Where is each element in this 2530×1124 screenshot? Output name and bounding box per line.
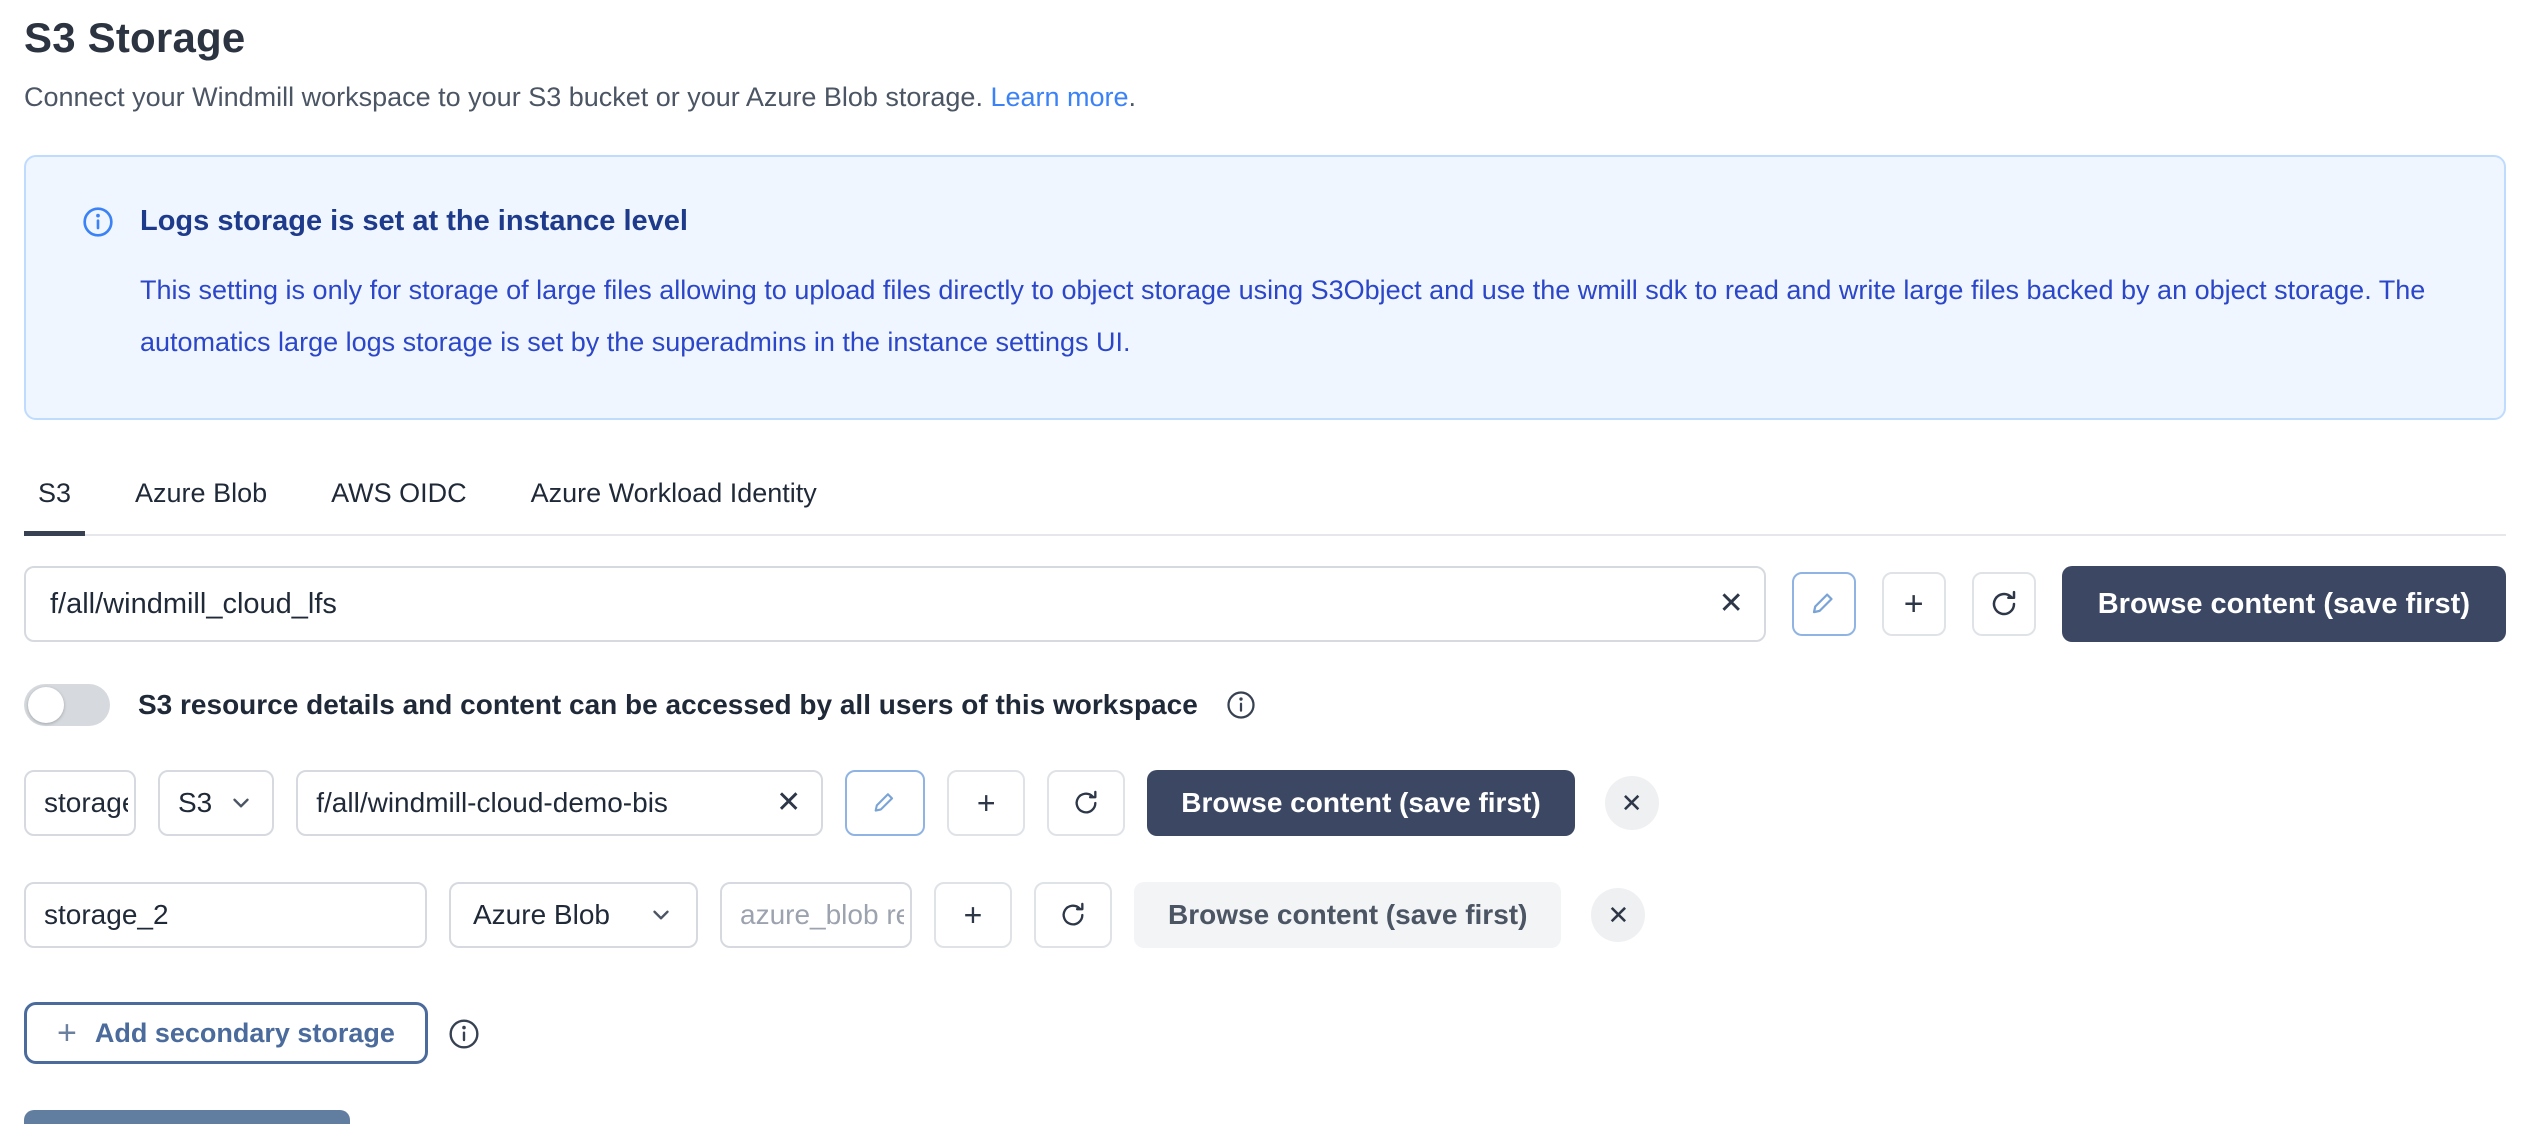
chevron-down-icon xyxy=(228,790,254,816)
subtitle-text: Connect your Windmill workspace to your … xyxy=(24,82,983,112)
primary-resource-row: ✕ + Browse content (save first) xyxy=(24,566,2506,642)
subtitle-period: . xyxy=(1129,82,1137,112)
clear-resource-icon[interactable]: ✕ xyxy=(776,788,801,818)
page-title: S3 Storage xyxy=(24,14,2506,62)
edit-resource-button[interactable] xyxy=(1792,572,1856,636)
storage-type-value: Azure Blob xyxy=(473,899,610,931)
primary-resource-input[interactable] xyxy=(24,566,1766,642)
page-subtitle: Connect your Windmill workspace to your … xyxy=(24,82,2506,113)
tab-aws-oidc[interactable]: AWS OIDC xyxy=(317,478,481,536)
plus-icon: + xyxy=(57,1016,77,1050)
storage-resource-input[interactable] xyxy=(720,882,912,948)
remove-storage-button[interactable]: ✕ xyxy=(1605,776,1659,830)
add-secondary-storage-button[interactable]: + Add secondary storage xyxy=(24,1002,428,1064)
storage-name-input[interactable] xyxy=(24,882,427,948)
workspace-access-toggle[interactable] xyxy=(24,684,110,726)
alert-body: This setting is only for storage of larg… xyxy=(140,264,2448,368)
browse-content-button-disabled[interactable]: Browse content (save first) xyxy=(1134,882,1561,948)
add-resource-button[interactable]: + xyxy=(1882,572,1946,636)
logs-storage-alert: Logs storage is set at the instance leve… xyxy=(24,155,2506,420)
remove-storage-button[interactable]: ✕ xyxy=(1591,888,1645,942)
close-icon: ✕ xyxy=(1608,900,1630,931)
s3-storage-settings-page: S3 Storage Connect your Windmill workspa… xyxy=(0,0,2530,1124)
pencil-icon xyxy=(1809,589,1839,619)
add-resource-button[interactable]: + xyxy=(934,882,1012,948)
add-secondary-row: + Add secondary storage xyxy=(24,1002,2506,1064)
storage-type-value: S3 xyxy=(178,787,212,819)
refresh-icon xyxy=(1989,589,2019,619)
info-icon xyxy=(82,206,114,238)
storage-type-tabs: S3 Azure Blob AWS OIDC Azure Workload Id… xyxy=(24,478,2506,536)
refresh-resource-button[interactable] xyxy=(1034,882,1112,948)
tab-s3[interactable]: S3 xyxy=(24,478,85,536)
plus-icon: + xyxy=(964,897,983,934)
refresh-icon xyxy=(1059,901,1087,929)
chevron-down-icon xyxy=(648,902,674,928)
add-secondary-storage-label: Add secondary storage xyxy=(95,1018,395,1049)
toggle-knob xyxy=(28,687,64,723)
pencil-icon xyxy=(871,789,899,817)
clear-resource-icon[interactable]: ✕ xyxy=(1719,589,1744,619)
add-resource-button[interactable]: + xyxy=(947,770,1025,836)
secondary-storage-row-1: S3 ✕ + xyxy=(24,770,2506,836)
refresh-resource-button[interactable] xyxy=(1972,572,2036,636)
storage-resource-input[interactable] xyxy=(296,770,823,836)
save-row: Save S3 settings xyxy=(24,1110,2506,1124)
tab-azure-blob[interactable]: Azure Blob xyxy=(121,478,281,536)
workspace-access-label: S3 resource details and content can be a… xyxy=(138,689,1198,721)
primary-resource-input-wrap: ✕ xyxy=(24,566,1766,642)
add-secondary-info-icon[interactable] xyxy=(448,1018,478,1048)
plus-icon: + xyxy=(1904,585,1924,624)
close-icon: ✕ xyxy=(1621,788,1643,819)
plus-icon: + xyxy=(977,785,996,822)
browse-content-button[interactable]: Browse content (save first) xyxy=(2062,566,2506,642)
tab-azure-workload-identity[interactable]: Azure Workload Identity xyxy=(517,478,831,536)
refresh-icon xyxy=(1072,789,1100,817)
browse-content-button[interactable]: Browse content (save first) xyxy=(1147,770,1574,836)
storage-resource-input-wrap: ✕ xyxy=(296,770,823,836)
storage-name-input[interactable] xyxy=(24,770,136,836)
storage-type-select[interactable]: S3 xyxy=(158,770,274,836)
workspace-access-toggle-row: S3 resource details and content can be a… xyxy=(24,684,2506,726)
save-s3-settings-button[interactable]: Save S3 settings xyxy=(24,1110,350,1124)
edit-resource-button[interactable] xyxy=(845,770,925,836)
secondary-storage-row-2: Azure Blob + Browse content (save first)… xyxy=(24,882,2506,948)
storage-type-select[interactable]: Azure Blob xyxy=(449,882,698,948)
alert-title: Logs storage is set at the instance leve… xyxy=(140,205,688,238)
refresh-resource-button[interactable] xyxy=(1047,770,1125,836)
learn-more-link[interactable]: Learn more xyxy=(990,82,1128,112)
workspace-access-info-icon[interactable] xyxy=(1226,690,1256,720)
